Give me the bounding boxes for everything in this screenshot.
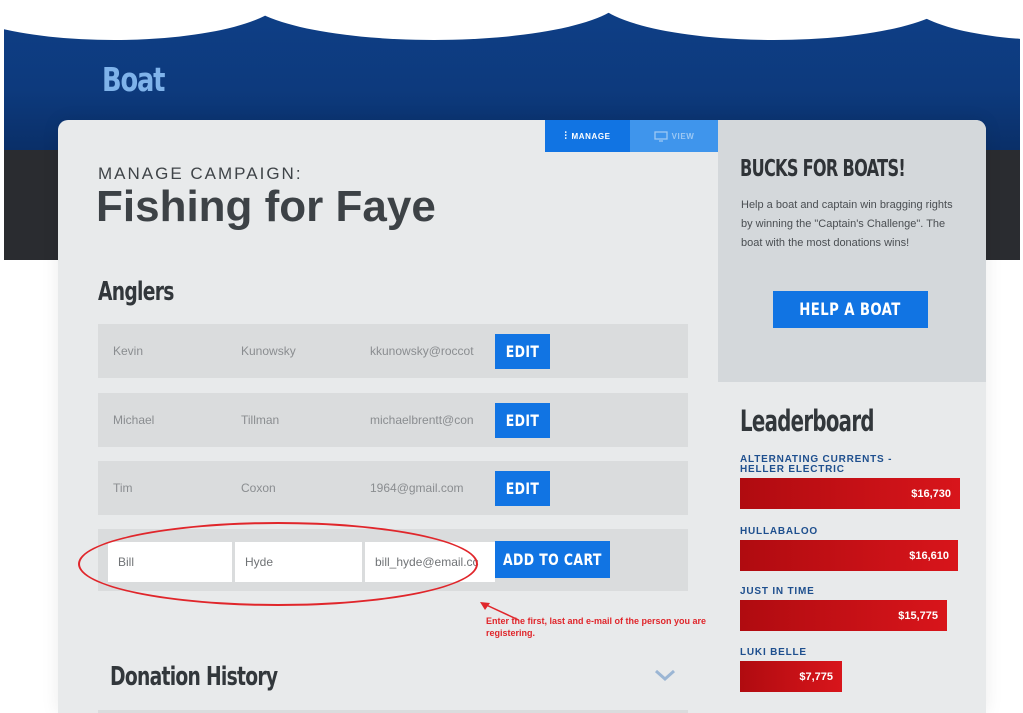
leaderboard-boat-name: HULLABALOO bbox=[740, 526, 818, 537]
leaderboard-entry[interactable]: JUST IN TIME $15,775 bbox=[740, 587, 970, 631]
last-name-input[interactable] bbox=[235, 542, 362, 582]
email-input[interactable] bbox=[365, 542, 495, 582]
angler-email: kkunowsky@roccot bbox=[370, 344, 474, 358]
leaderboard-amount-bar: $16,730 bbox=[740, 478, 960, 509]
angler-first-name: Kevin bbox=[113, 344, 144, 358]
angler-last-name: Coxon bbox=[241, 481, 276, 495]
new-angler-row: ADD TO CART bbox=[98, 529, 688, 591]
leaderboard-boat-name: ALTERNATING CURRENTS - HELLER ELECTRIC bbox=[740, 454, 893, 475]
campaign-content: ⫶ MANAGE VIEW MANAGE CAMPAIGN: Fishing f… bbox=[58, 120, 718, 713]
tab-view-label: VIEW bbox=[671, 131, 695, 141]
angler-email: michaelbrentt@con bbox=[370, 413, 474, 427]
edit-angler-button[interactable]: EDIT bbox=[495, 471, 550, 506]
campaign-title: Fishing for Faye bbox=[96, 182, 436, 231]
leaderboard-boat-name: LUKI BELLE bbox=[740, 647, 807, 658]
add-to-cart-button[interactable]: ADD TO CART bbox=[495, 541, 610, 578]
angler-row: Kevin Kunowsky kkunowsky@roccot EDIT bbox=[98, 324, 688, 378]
anglers-title: Anglers bbox=[98, 277, 174, 307]
monitor-icon bbox=[653, 130, 668, 142]
leaderboard-amount-bar: $7,775 bbox=[740, 661, 842, 692]
site-title[interactable]: Boat bbox=[102, 60, 165, 99]
angler-first-name: Tim bbox=[113, 481, 133, 495]
leaderboard-title: Leaderboard bbox=[740, 404, 874, 438]
bucks-for-boats-panel: BUCKS FOR BOATS! Help a boat and captain… bbox=[718, 120, 986, 382]
chevron-down-icon[interactable] bbox=[653, 667, 677, 683]
tab-manage-label: MANAGE bbox=[571, 131, 611, 141]
angler-row: Tim Coxon 1964@gmail.com EDIT bbox=[98, 461, 688, 515]
campaign-card: ⫶ MANAGE VIEW MANAGE CAMPAIGN: Fishing f… bbox=[58, 120, 986, 713]
leaderboard-amount-bar: $16,610 bbox=[740, 540, 958, 571]
tab-view[interactable]: VIEW bbox=[630, 120, 718, 152]
edit-angler-button[interactable]: EDIT bbox=[495, 403, 550, 438]
edit-angler-button[interactable]: EDIT bbox=[495, 334, 550, 369]
bucks-description: Help a boat and captain win bragging rig… bbox=[741, 199, 953, 249]
angler-email: 1964@gmail.com bbox=[370, 481, 464, 495]
bucks-title: BUCKS FOR BOATS! bbox=[740, 156, 906, 182]
leaderboard-entry[interactable]: LUKI BELLE $7,775 bbox=[740, 648, 970, 692]
leaderboard-entry[interactable]: HULLABALOO $16,610 bbox=[740, 527, 970, 571]
tab-manage[interactable]: ⫶ MANAGE bbox=[545, 120, 630, 152]
angler-last-name: Tillman bbox=[241, 413, 280, 427]
leaderboard-boat-name: JUST IN TIME bbox=[740, 586, 815, 597]
mode-tabs: ⫶ MANAGE VIEW bbox=[545, 120, 718, 152]
angler-first-name: Michael bbox=[113, 413, 155, 427]
angler-row: Michael Tillman michaelbrentt@con EDIT bbox=[98, 393, 688, 447]
angler-last-name: Kunowsky bbox=[241, 344, 296, 358]
help-a-boat-button[interactable]: HELP A BOAT bbox=[773, 291, 928, 328]
sidebar: BUCKS FOR BOATS! Help a boat and captain… bbox=[718, 120, 986, 713]
campaign-label: MANAGE CAMPAIGN: bbox=[98, 164, 303, 183]
sliders-icon: ⫶ bbox=[564, 130, 568, 142]
leaderboard-amount-bar: $15,775 bbox=[740, 600, 947, 631]
leaderboard-entry[interactable]: ALTERNATING CURRENTS - HELLER ELECTRIC $1… bbox=[740, 455, 970, 509]
annotation-text: Enter the first, last and e-mail of the … bbox=[486, 616, 707, 638]
donation-history-title[interactable]: Donation History bbox=[110, 662, 278, 692]
first-name-input[interactable] bbox=[108, 542, 232, 582]
